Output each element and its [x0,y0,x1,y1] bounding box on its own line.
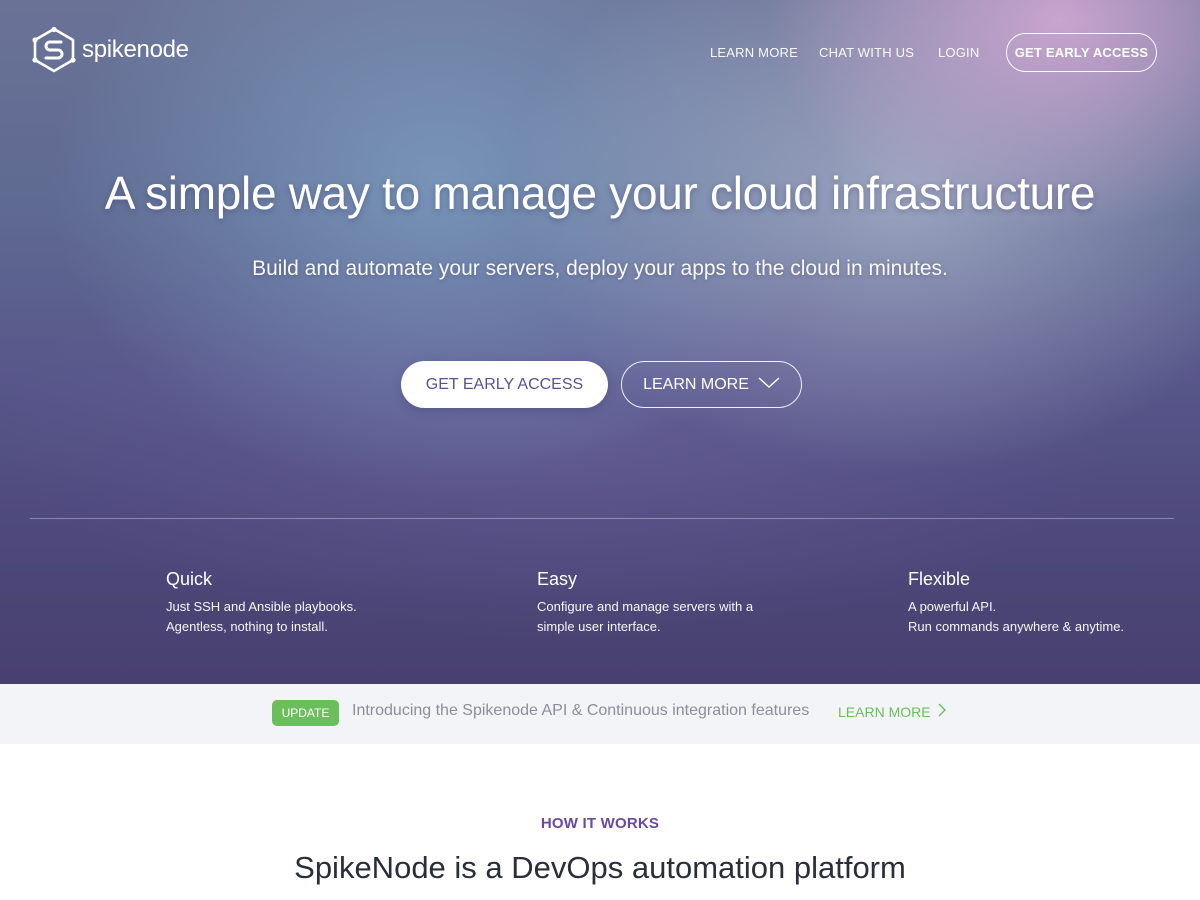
feature-easy: Easy Configure and manage servers with a… [537,569,857,637]
nav-login-link[interactable]: LOGIN [938,45,979,60]
feature-description-line: Configure and manage servers with a [537,599,754,614]
feature-description-line: A powerful API. [908,599,997,614]
hero-divider [30,518,1174,519]
how-it-works-label: HOW IT WORKS [540,815,660,832]
feature-flexible: Flexible A powerful API. Run commands an… [908,569,1200,637]
chevron-down-icon [749,376,780,394]
hero-subheadline: Build and automate your servers, deploy … [252,257,948,280]
nav-learn-more-link[interactable]: LEARN MORE [710,45,798,60]
feature-title: Easy [537,569,578,589]
hero-section: spikenode LEARN MORE CHAT WITH US LOGIN … [0,0,1200,684]
nav-get-early-access-button[interactable]: GET EARLY ACCESS [1006,33,1157,72]
brand-logo[interactable]: spikenode [30,26,189,74]
hero-get-early-access-button[interactable]: GET EARLY ACCESS [401,361,608,408]
hero-headline: A simple way to manage your cloud infras… [104,167,1096,219]
how-it-works-title: SpikeNode is a DevOps automation platfor… [294,850,906,885]
feature-quick: Quick Just SSH and Ansible playbooks. Ag… [166,569,486,637]
feature-description-line: Run commands anywhere & anytime. [908,619,1125,634]
update-text: Introducing the Spikenode API & Continuo… [352,702,810,719]
update-banner: UPDATE Introducing the Spikenode API & C… [0,684,1200,744]
feature-title: Quick [166,569,213,589]
feature-description-line: simple user interface. [537,619,661,634]
nav-chat-with-us-link[interactable]: CHAT WITH US [819,45,914,60]
update-learn-more-label: LEARN MORE [838,703,931,720]
hero-learn-more-button[interactable]: LEARN MORE [621,361,802,408]
brand-name: spikenode [82,36,189,63]
top-nav: spikenode LEARN MORE CHAT WITH US LOGIN … [0,0,1200,100]
feature-description-line: Agentless, nothing to install. [166,619,328,634]
update-learn-more-link[interactable]: LEARN MORE [838,703,946,720]
hero-get-early-access-label: GET EARLY ACCESS [425,375,584,393]
chevron-right-icon [931,703,946,720]
hero-learn-more-label: LEARN MORE [643,375,749,393]
feature-title: Flexible [908,569,971,589]
feature-description-line: Just SSH and Ansible playbooks. [166,599,357,614]
spikenode-logo-icon [30,26,78,74]
update-badge: UPDATE [272,700,339,726]
